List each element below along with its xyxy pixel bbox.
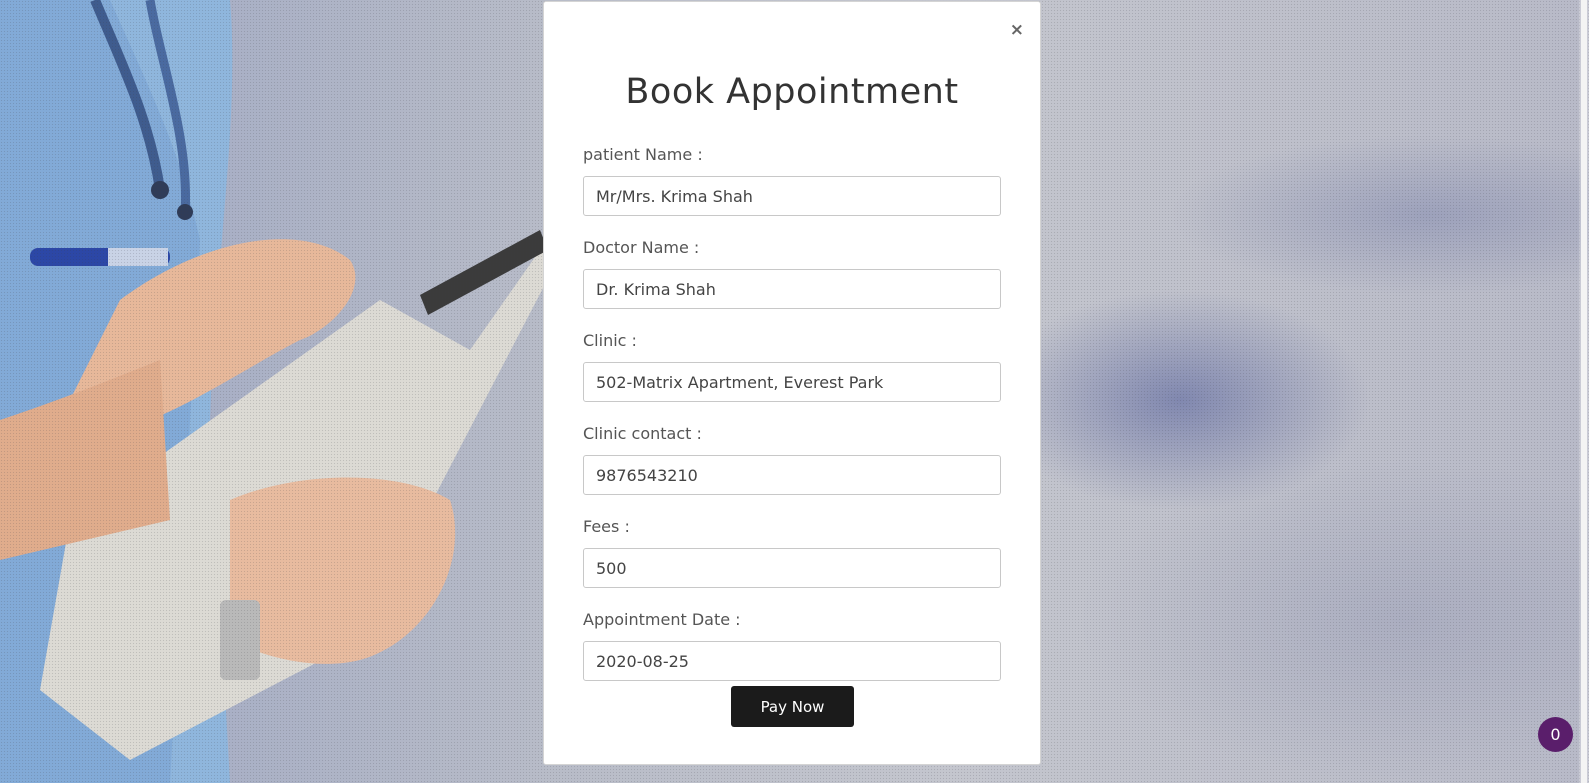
chat-count-badge[interactable]: 0	[1538, 717, 1573, 752]
appointment-date-input[interactable]	[583, 641, 1001, 681]
close-icon[interactable]: ×	[1010, 22, 1024, 39]
patient-name-field: patient Name :	[583, 144, 1001, 235]
doctor-with-clipboard-image	[0, 0, 555, 783]
pay-now-button[interactable]: Pay Now	[731, 686, 854, 727]
patient-name-label: patient Name :	[583, 145, 703, 164]
fees-input[interactable]	[583, 548, 1001, 588]
modal-title: Book Appointment	[625, 72, 959, 112]
page-scrollbar[interactable]	[1579, 0, 1589, 783]
fees-field: Fees :	[583, 516, 1001, 607]
doctor-name-field: Doctor Name :	[583, 237, 1001, 328]
doctor-name-input[interactable]	[583, 269, 1001, 309]
fees-label: Fees :	[583, 517, 630, 536]
clinic-label: Clinic :	[583, 331, 637, 350]
clinic-field: Clinic :	[583, 330, 1001, 421]
appointment-date-label: Appointment Date :	[583, 610, 741, 629]
patient-name-input[interactable]	[583, 176, 1001, 216]
clinic-contact-input[interactable]	[583, 455, 1001, 495]
clinic-input[interactable]	[583, 362, 1001, 402]
doctor-name-label: Doctor Name :	[583, 238, 700, 257]
clinic-contact-field: Clinic contact :	[583, 423, 1001, 514]
clinic-contact-label: Clinic contact :	[583, 424, 702, 443]
appointment-form: patient Name : Doctor Name : Clinic : Cl…	[583, 142, 1001, 700]
scrollbar-thumb[interactable]	[1581, 0, 1587, 783]
book-appointment-modal: × Book Appointment patient Name : Doctor…	[543, 1, 1041, 765]
